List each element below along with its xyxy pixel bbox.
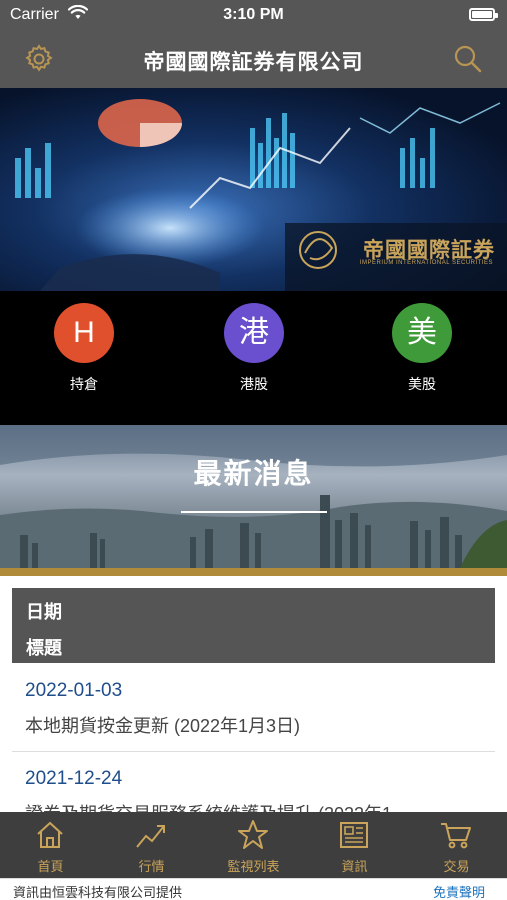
status-bar: Carrier 3:10 PM — [0, 0, 507, 30]
banner-brand-subtitle: IMPERIUM INTERNATIONAL SECURITIES — [359, 260, 493, 266]
tab-watchlist[interactable]: 監視列表 — [203, 812, 304, 878]
hk-stocks-icon: 港 — [224, 303, 284, 363]
tab-label: 監視列表 — [227, 859, 280, 874]
disclaimer-link[interactable]: 免責聲明 — [433, 882, 485, 900]
news-item[interactable]: 2022-01-03 本地期貨按金更新 (2022年1月3日) — [12, 664, 495, 752]
title-underline — [181, 511, 327, 513]
news-item[interactable]: 2021-12-24 證券及期貨交易服務系統維護及提升 (2022年1 — [12, 752, 495, 812]
tab-trade[interactable]: 交易 — [406, 812, 507, 878]
us-stocks-icon: 美 — [392, 303, 452, 363]
quick-link-label: 港股 — [240, 376, 268, 392]
news-list: 日期 標題 2022-01-03 本地期貨按金更新 (2022年1月3日) 20… — [0, 576, 507, 812]
gold-divider — [0, 568, 507, 576]
star-icon — [238, 820, 268, 849]
data-provider-text: 資訊由恒雲科技有限公司提供 — [13, 885, 183, 900]
home-icon — [37, 821, 63, 848]
quick-link-label: 美股 — [408, 376, 436, 392]
tab-quotes[interactable]: 行情 — [101, 812, 202, 878]
quick-link-hk-stocks[interactable]: 港 港股 — [204, 303, 304, 394]
tab-bar: 首頁 行情 監視列表 資訊 交易 — [0, 812, 507, 878]
quick-link-label: 持倉 — [70, 376, 98, 392]
footer: 資訊由恒雲科技有限公司提供 免責聲明 — [0, 878, 507, 900]
news-date: 2022-01-03 — [25, 680, 123, 701]
news-section-header: 最新消息 — [0, 425, 507, 568]
quick-link-us-stocks[interactable]: 美 美股 — [372, 303, 472, 394]
search-icon[interactable] — [451, 42, 485, 76]
quick-link-positions[interactable]: H 持倉 — [34, 303, 134, 394]
page-title: 帝國國際証券有限公司 — [143, 51, 364, 74]
news-headline: 證券及期貨交易服務系統維護及提升 (2022年1 — [25, 800, 392, 812]
city-skyline-image — [0, 425, 507, 568]
trend-icon — [136, 825, 165, 848]
news-section-title: 最新消息 — [193, 458, 314, 489]
news-table-header: 日期 標題 — [12, 588, 495, 663]
clock: 3:10 PM — [223, 6, 284, 23]
battery-icon — [469, 8, 498, 21]
tab-label: 首頁 — [37, 859, 64, 874]
tab-label: 交易 — [443, 859, 470, 874]
nav-bar: 帝國國際証券有限公司 — [0, 30, 507, 88]
newspaper-icon — [340, 822, 368, 848]
column-header-title: 標題 — [26, 638, 62, 658]
tab-home[interactable]: 首頁 — [0, 812, 101, 878]
tab-label: 資訊 — [341, 859, 368, 874]
tab-label: 行情 — [138, 859, 165, 874]
column-header-date: 日期 — [26, 602, 62, 622]
news-date: 2021-12-24 — [25, 768, 123, 789]
tab-news[interactable]: 資訊 — [304, 812, 405, 878]
promo-banner: 帝國國際証券 IMPERIUM INTERNATIONAL SECURITIES — [0, 88, 507, 291]
news-headline: 本地期貨按金更新 (2022年1月3日) — [25, 716, 301, 736]
quick-links: H 持倉 港 港股 美 美股 — [0, 291, 507, 425]
positions-icon: H — [54, 303, 114, 363]
cart-icon — [441, 823, 471, 849]
